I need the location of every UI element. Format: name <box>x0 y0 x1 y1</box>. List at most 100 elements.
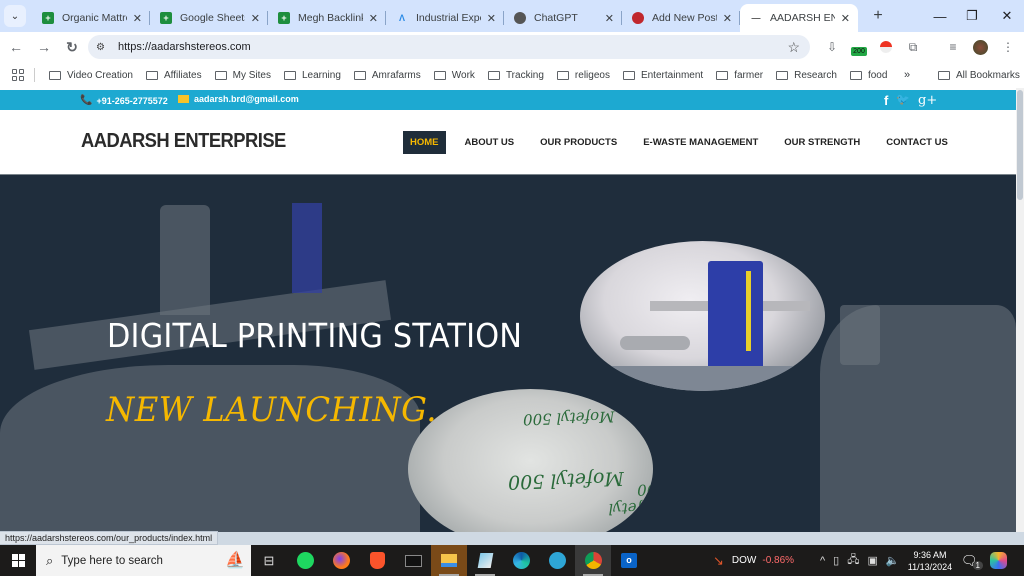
firefox-app[interactable] <box>323 545 359 576</box>
phone-number: +91-265-2775572 <box>96 95 168 106</box>
tab-close-icon[interactable]: ✕ <box>487 12 496 25</box>
tab-close-icon[interactable]: ✕ <box>251 12 260 25</box>
pill-label: Mofetyl 500 <box>522 407 615 429</box>
tab-close-icon[interactable]: ✕ <box>369 12 378 25</box>
stock-widget[interactable]: ↘ DOW -0.86% <box>713 545 794 576</box>
bookmark-folder[interactable]: Work <box>433 70 475 81</box>
search-highlight-ship-icon: ⛵ <box>225 552 245 569</box>
brave-app[interactable] <box>359 545 395 576</box>
tab-close-icon[interactable]: ✕ <box>605 12 614 25</box>
page-scrollbar[interactable] <box>1016 88 1024 532</box>
back-button[interactable]: ← <box>4 39 28 55</box>
chrome-icon <box>584 552 602 569</box>
phone-contact[interactable]: 📞 +91-265-2775572 <box>80 95 168 106</box>
reload-button[interactable]: ↻ <box>60 39 84 56</box>
meet-now-icon[interactable]: ▣ <box>868 554 878 567</box>
site-info-icon[interactable]: ⚙ <box>96 42 110 53</box>
volume-icon[interactable]: 🔈 <box>886 554 900 567</box>
media-control-icon[interactable]: ≡ <box>944 32 962 62</box>
wordpress-red-icon <box>632 12 644 24</box>
web-page: 📞 +91-265-2775572 aadarsh.brd@gmail.com f… <box>0 88 1016 532</box>
nav-about-us[interactable]: ABOUT US <box>465 137 515 148</box>
show-hidden-icons-chevron[interactable]: ^ <box>820 555 825 567</box>
email-contact[interactable]: aadarsh.brd@gmail.com <box>178 94 299 104</box>
tab-strip: ⌄ + Organic Mattres ✕ + Google Sheets ✕ + Megh … <box>0 0 1024 32</box>
nav-our-products[interactable]: OUR PRODUCTS <box>540 137 617 148</box>
profile-avatar[interactable] <box>971 32 989 62</box>
tab-close-icon[interactable]: ✕ <box>133 12 142 25</box>
tab-close-icon[interactable]: ✕ <box>723 12 732 25</box>
nav-home[interactable]: HOME <box>403 131 446 154</box>
pill-label: Mofetyl 500 <box>608 479 653 519</box>
network-icon[interactable]: 🖧 <box>847 551 859 570</box>
close-window-button[interactable]: ✕ <box>989 0 1024 32</box>
extensions-puzzle-icon[interactable]: ⧉ <box>904 32 922 62</box>
all-bookmarks-button[interactable]: All Bookmarks <box>938 70 1020 81</box>
bookmark-folder[interactable]: Tracking <box>487 70 544 81</box>
notepad-app[interactable] <box>467 545 503 576</box>
bookmark-folder[interactable]: Amrafarms <box>353 70 421 81</box>
browser-tab[interactable]: Add New Post ✕ <box>622 4 740 32</box>
site-logo[interactable]: AADARSH ENTERPRISE <box>81 130 286 153</box>
site-header: AADARSH ENTERPRISE HOME ABOUT US OUR PRODU… <box>0 110 1016 175</box>
bottle-shape <box>160 205 210 315</box>
facebook-icon[interactable]: f <box>884 93 888 108</box>
edge-app[interactable] <box>503 545 539 576</box>
more-bookmarks-button[interactable]: » <box>904 69 910 81</box>
restore-button[interactable]: ❐ <box>954 0 990 32</box>
bookmark-folder[interactable]: Research <box>776 70 837 81</box>
bookmark-folder[interactable]: food <box>849 69 888 81</box>
nav-e-waste-management[interactable]: E-WASTE MANAGEMENT <box>643 137 758 148</box>
browser-tab[interactable]: Λ Industrial Experi ✕ <box>386 4 504 32</box>
twitter-icon[interactable]: 🐦 <box>896 93 910 108</box>
ticker-change: -0.86% <box>762 555 795 566</box>
extension-200-icon[interactable]: 200 <box>849 32 869 62</box>
taskbar-search[interactable]: ⌕ Type here to search ⛵ <box>36 545 251 576</box>
device-icon[interactable]: ▯ <box>833 554 839 567</box>
task-view-icon: ⊟ <box>263 552 275 568</box>
firefox-icon <box>332 552 350 569</box>
bookmark-folder[interactable]: Affiliates <box>145 70 202 81</box>
bookmark-folder[interactable]: Entertainment <box>622 70 703 81</box>
file-explorer-app[interactable] <box>431 545 467 576</box>
outlook-app[interactable]: o <box>611 545 647 576</box>
browser-tab[interactable]: + Google Sheets ✕ <box>150 4 268 32</box>
apps-grid-icon[interactable] <box>12 69 24 81</box>
terminal-app[interactable] <box>395 545 431 576</box>
pokeball-extension-icon[interactable] <box>877 32 895 62</box>
address-bar[interactable]: ⚙ https://aadarshstereos.com ☆ <box>88 35 810 59</box>
scrollbar-thumb[interactable] <box>1017 90 1023 200</box>
browser-tab[interactable]: + Megh Backlinks ✕ <box>268 4 386 32</box>
download-extension-icon[interactable]: ⇩ <box>823 32 841 62</box>
copilot-button[interactable] <box>990 545 1007 576</box>
bookmark-folder[interactable]: Learning <box>283 70 341 81</box>
browser-tab[interactable]: — AADARSH ENTER ✕ <box>740 4 858 32</box>
browser-tab[interactable]: + Organic Mattres ✕ <box>32 4 150 32</box>
tab-search-button[interactable]: ⌄ <box>4 5 26 27</box>
chrome-app[interactable] <box>575 545 611 576</box>
task-view-button[interactable]: ⊟ <box>251 545 287 576</box>
nav-our-strength[interactable]: OUR STRENGTH <box>784 137 860 148</box>
bookmark-folder[interactable]: religeos <box>556 70 610 81</box>
bookmark-folder[interactable]: farmer <box>716 70 763 81</box>
minimize-button[interactable]: — <box>922 0 958 32</box>
new-tab-button[interactable]: + <box>868 7 888 25</box>
notifications-button[interactable]: 🗨 1 <box>961 545 983 576</box>
bookmark-star-icon[interactable]: ☆ <box>787 39 800 56</box>
bookmark-label: food <box>867 69 888 81</box>
start-button[interactable] <box>0 545 36 576</box>
tab-close-icon[interactable]: ✕ <box>841 12 850 25</box>
clock[interactable]: 9:36 AM 11/13/2024 <box>906 545 954 576</box>
bookmark-folder[interactable]: Video Creation <box>49 70 133 81</box>
forward-button[interactable]: → <box>32 39 56 55</box>
nav-contact-us[interactable]: CONTACT US <box>886 137 948 148</box>
browser-tab[interactable]: ChatGPT ✕ <box>504 4 622 32</box>
url-text[interactable]: https://aadarshstereos.com <box>118 41 251 53</box>
bookmark-label: farmer <box>734 69 764 81</box>
spotify-app[interactable] <box>287 545 323 576</box>
menu-kebab-icon[interactable]: ⋮ <box>999 32 1017 62</box>
bookmark-folder[interactable]: My Sites <box>214 70 271 81</box>
blue-app[interactable] <box>539 545 575 576</box>
google-plus-icon[interactable]: g+ <box>918 93 937 108</box>
notepad-icon <box>477 553 493 568</box>
